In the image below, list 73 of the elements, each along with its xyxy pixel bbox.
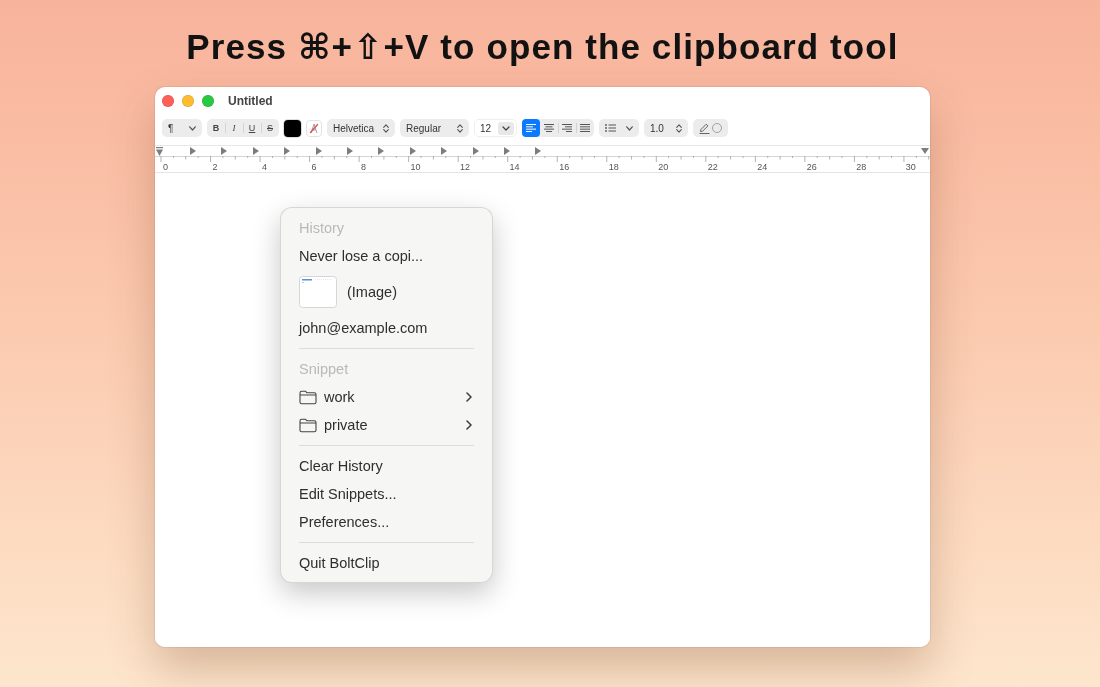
up-down-chevron-icon <box>383 123 389 133</box>
ruler-label: 10 <box>410 162 421 172</box>
menu-item[interactable]: Quit BoltClip <box>281 549 492 577</box>
font-size-field[interactable]: 12 <box>474 119 517 137</box>
page-thumbnail-icon <box>299 276 337 308</box>
section-header: Snippet <box>298 360 350 379</box>
headline: Press ⌘+⇧+V to open the clipboard tool <box>186 27 899 67</box>
ruler-label: 28 <box>856 162 867 172</box>
italic-button[interactable]: I <box>225 119 243 137</box>
list-style-button[interactable] <box>599 119 639 137</box>
ruler-label: 2 <box>212 162 218 172</box>
ruler-label: 6 <box>311 162 317 172</box>
window-title: Untitled <box>228 94 273 108</box>
align-justify-icon <box>580 124 590 132</box>
close-button[interactable] <box>162 95 174 107</box>
ruler-label: 14 <box>509 162 520 172</box>
folder-icon <box>299 417 317 433</box>
section-header: History <box>298 219 346 238</box>
tab-stop-icon[interactable] <box>315 147 322 155</box>
chevron-down-icon <box>626 125 633 131</box>
align-center-icon <box>544 124 554 132</box>
ruler-label: 30 <box>905 162 916 172</box>
menu-item[interactable]: Clear History <box>281 452 492 480</box>
tab-stop-icon[interactable] <box>441 147 448 155</box>
menu-item[interactable]: private <box>281 411 492 439</box>
tab-stop-icon[interactable] <box>190 147 196 155</box>
menu-item[interactable]: Preferences... <box>281 508 492 536</box>
chevron-down-icon[interactable] <box>498 121 514 135</box>
underline-button[interactable]: U <box>243 119 261 137</box>
ruler-label: 20 <box>658 162 669 172</box>
indent-marker-icon[interactable] <box>156 146 163 156</box>
ruler-label: 12 <box>460 162 471 172</box>
font-style-button[interactable]: Regular <box>400 119 469 137</box>
ruler-label: 26 <box>806 162 817 172</box>
align-left-icon <box>526 124 536 132</box>
margin-marker-icon[interactable] <box>921 148 929 154</box>
ruler-label: 22 <box>707 162 718 172</box>
ruler-label: 8 <box>361 162 367 172</box>
tab-stop-icon[interactable] <box>503 147 510 155</box>
chevron-down-icon <box>189 125 196 131</box>
up-down-chevron-icon <box>457 123 463 133</box>
slashed-letter-icon[interactable] <box>306 119 322 137</box>
menu-item[interactable]: Never lose a copi... <box>281 242 492 270</box>
paragraph-style-button[interactable]: ¶ <box>162 119 202 137</box>
tab-stop-icon[interactable] <box>221 147 228 155</box>
tab-stop-icon[interactable] <box>472 147 479 155</box>
list-icon <box>605 124 616 132</box>
align-left-button[interactable] <box>522 119 540 137</box>
tab-stop-icon[interactable] <box>284 147 291 155</box>
tab-stop-icon[interactable] <box>409 147 416 155</box>
ruler-label: 4 <box>262 162 268 172</box>
tab-stop-icon[interactable] <box>535 147 542 155</box>
ruler-label: 24 <box>757 162 768 172</box>
align-right-icon <box>562 124 572 132</box>
menu-item[interactable]: john@example.com <box>281 314 492 342</box>
color-swatch[interactable] <box>284 119 301 137</box>
ruler-label: 18 <box>608 162 619 172</box>
line-spacing-button[interactable]: 1.0 <box>644 119 688 137</box>
menu-item[interactable]: (Image) <box>281 270 492 314</box>
zoom-button[interactable] <box>202 95 214 107</box>
ruler-label: 0 <box>163 162 168 172</box>
folder-icon <box>299 389 317 405</box>
up-down-chevron-icon <box>676 123 682 133</box>
bold-button[interactable]: B <box>207 119 225 137</box>
tab-stop-icon[interactable] <box>346 147 353 155</box>
tab-stop-icon[interactable] <box>378 147 385 155</box>
tab-stop-icon[interactable] <box>252 147 259 155</box>
menu-item[interactable]: work <box>281 383 492 411</box>
font-family-button[interactable]: Helvetica <box>327 119 395 137</box>
strikethrough-button[interactable]: S <box>261 119 279 137</box>
pencil-icon[interactable] <box>699 122 710 134</box>
menu-item[interactable]: Edit Snippets... <box>281 480 492 508</box>
ruler-label: 16 <box>559 162 570 172</box>
